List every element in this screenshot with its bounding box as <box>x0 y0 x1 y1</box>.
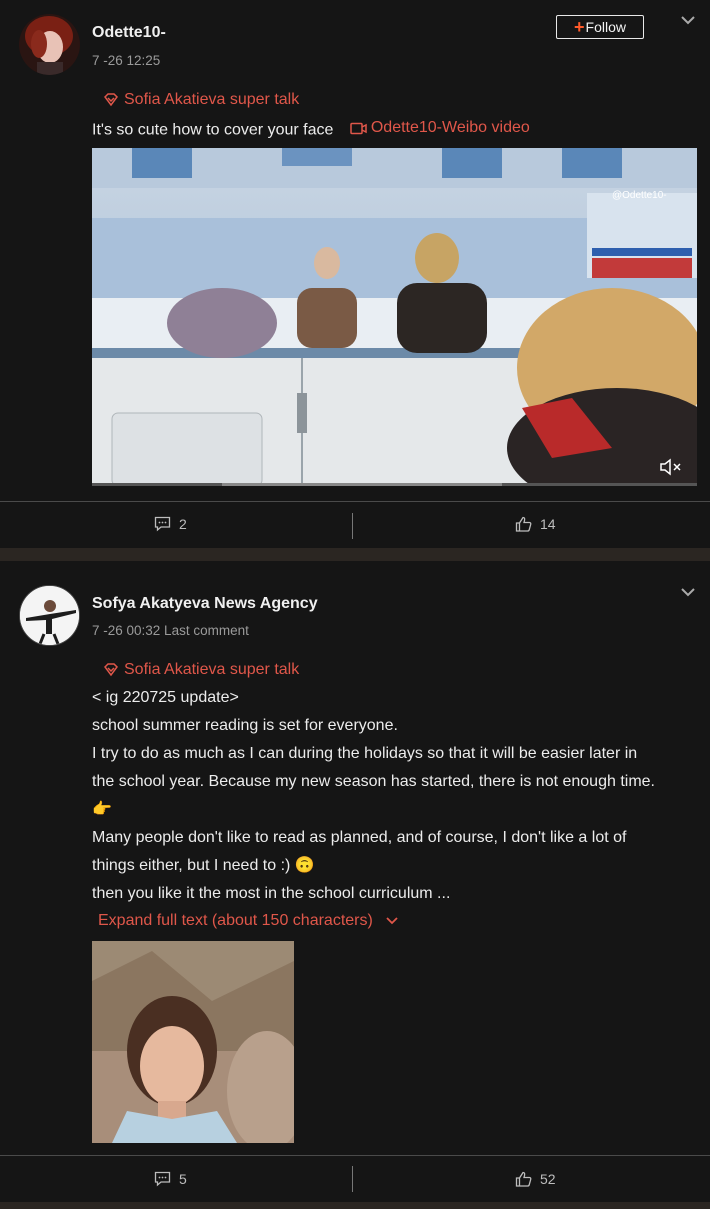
post-card-1: Odette10- 7 -26 12:25 + Follow Sofia Aka… <box>0 0 710 548</box>
chevron-down-icon[interactable] <box>679 11 697 29</box>
expand-label: Expand full text (about 150 characters) <box>98 912 373 929</box>
divider <box>0 501 710 502</box>
text-line: then you like it the most in the school … <box>92 885 451 902</box>
video-player[interactable]: @Odette10- <box>92 148 697 486</box>
comment-count: 5 <box>179 1171 187 1187</box>
username[interactable]: Odette10- <box>92 24 166 42</box>
post-text: It's so cute how to cover your face Odet… <box>92 119 530 140</box>
photo-image <box>92 941 294 1143</box>
text-line: school summer reading is set for everyon… <box>92 717 398 734</box>
comment-count: 2 <box>179 516 187 532</box>
text-line: 👉 <box>92 801 112 818</box>
like-icon <box>515 516 532 532</box>
video-icon <box>350 122 367 134</box>
avatar[interactable] <box>19 585 80 646</box>
follow-label: Follow <box>585 19 626 35</box>
chevron-down-icon <box>386 917 398 925</box>
post-text-body: It's so cute how to cover your face <box>92 121 334 139</box>
chevron-down-icon[interactable] <box>679 583 697 601</box>
post-separator <box>0 548 710 561</box>
like-count: 52 <box>540 1171 556 1187</box>
mute-icon[interactable] <box>659 458 683 476</box>
super-topic-icon <box>104 93 118 107</box>
post-text: < ig 220725 update> school summer readin… <box>92 684 692 908</box>
like-count: 14 <box>540 516 556 532</box>
topic-label: Sofia Akatieva super talk <box>124 661 300 678</box>
post-separator <box>0 1202 710 1209</box>
super-topic-link[interactable]: Sofia Akatieva super talk <box>103 661 299 679</box>
topic-label: Sofia Akatieva super talk <box>124 91 300 108</box>
expand-full-text-link[interactable]: Expand full text (about 150 characters) <box>98 912 399 930</box>
super-topic-icon <box>104 663 118 677</box>
text-line: < ig 220725 update> <box>92 689 239 706</box>
comment-button[interactable]: 2 <box>154 516 187 532</box>
like-button[interactable]: 14 <box>515 516 556 532</box>
comment-icon <box>154 516 171 532</box>
text-line: I try to do as much as I can during the … <box>92 745 638 762</box>
text-line: Many people don't like to read as planne… <box>92 829 627 846</box>
divider <box>0 1155 710 1156</box>
plus-icon: + <box>574 17 585 37</box>
comment-icon <box>154 1171 171 1187</box>
action-separator <box>352 1166 353 1192</box>
video-link[interactable]: Odette10-Weibo video <box>350 119 530 137</box>
video-watermark: @Odette10- <box>612 190 667 201</box>
text-line: things either, but I need to :) 🙃 <box>92 857 315 874</box>
follow-button[interactable]: + Follow <box>556 15 644 39</box>
post-time: 7 -26 12:25 <box>92 53 161 68</box>
text-line: the school year. Because my new season h… <box>92 773 655 790</box>
video-frame: @Odette10- <box>92 148 697 486</box>
post-card-2: Sofya Akatyeva News Agency 7 -26 00:32 L… <box>0 561 710 1202</box>
comment-button[interactable]: 5 <box>154 1171 187 1187</box>
super-topic-link[interactable]: Sofia Akatieva super talk <box>103 91 299 109</box>
avatar[interactable] <box>19 14 80 75</box>
post-photo[interactable] <box>92 941 294 1143</box>
post-time: 7 -26 00:32 Last comment <box>92 623 249 638</box>
action-separator <box>352 513 353 539</box>
like-button[interactable]: 52 <box>515 1171 556 1187</box>
username[interactable]: Sofya Akatyeva News Agency <box>92 595 318 613</box>
like-icon <box>515 1171 532 1187</box>
video-link-label: Odette10-Weibo video <box>370 119 530 136</box>
